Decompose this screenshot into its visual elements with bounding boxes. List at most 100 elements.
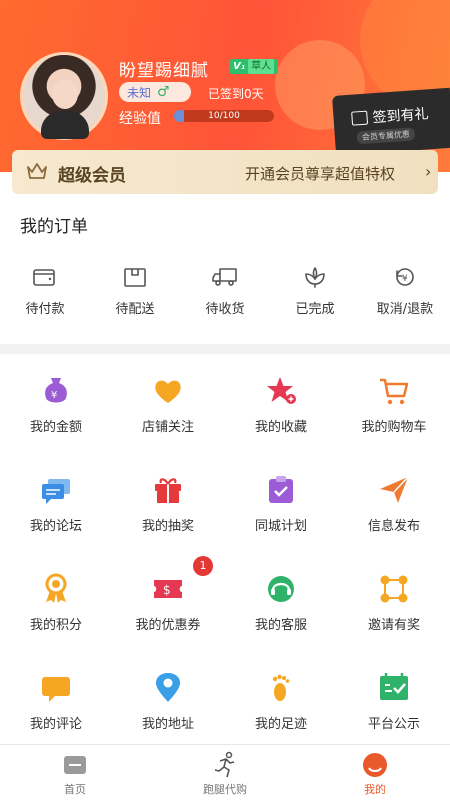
announce-icon bbox=[380, 673, 408, 700]
medal-icon bbox=[45, 573, 67, 603]
service-item-13[interactable]: 我的地址 bbox=[112, 671, 224, 732]
exp-progress-bar: 10/100 bbox=[174, 110, 274, 122]
profile-header: 盼望踢细腻 V₁ 草人 未知 ♂ 已签到0天 经验值 10/100 签到有礼 会… bbox=[0, 0, 450, 172]
comment-icon bbox=[42, 677, 70, 702]
order-item-label: 待收货 bbox=[205, 302, 245, 317]
username: 盼望踢细腻 bbox=[119, 61, 209, 81]
service-item-label: 我的地址 bbox=[141, 717, 194, 732]
coupon-icon: $ bbox=[154, 580, 182, 598]
service-item-label: 我的购物车 bbox=[361, 420, 427, 435]
avatar-face bbox=[52, 79, 78, 109]
service-item-7[interactable]: 信息发布 bbox=[338, 473, 450, 534]
service-item-label: 我的抽奖 bbox=[141, 519, 194, 534]
gift-icon bbox=[155, 478, 181, 503]
order-item-label: 取消/退款 bbox=[376, 302, 434, 317]
signin-button[interactable]: 签到有礼 会员专属优惠 bbox=[332, 87, 450, 156]
service-item-1[interactable]: 店铺关注 bbox=[112, 374, 224, 435]
home-icon bbox=[64, 756, 86, 774]
order-item-label: 待配送 bbox=[115, 302, 155, 317]
section-divider bbox=[0, 344, 450, 354]
service-item-0[interactable]: ¥ 我的金额 bbox=[0, 374, 112, 435]
service-item-10[interactable]: 我的客服 bbox=[225, 572, 337, 633]
wallet-icon bbox=[33, 269, 55, 286]
avatar[interactable] bbox=[20, 52, 108, 140]
vip-description: 开通会员尊享超值特权 bbox=[245, 165, 396, 183]
service-item-label: 同城计划 bbox=[254, 519, 307, 534]
order-item-1[interactable]: 待配送 bbox=[90, 266, 180, 317]
tab-1[interactable]: 跑腿代购 bbox=[165, 751, 285, 797]
tab-0[interactable]: 首页 bbox=[15, 751, 135, 797]
orders-section-title: 我的订单 bbox=[20, 217, 88, 237]
service-item-label: 我的金额 bbox=[29, 420, 82, 435]
star-icon bbox=[267, 377, 296, 404]
service-item-5[interactable]: 我的抽奖 bbox=[112, 473, 224, 534]
vip-title: 超级会员 bbox=[58, 166, 126, 186]
bottom-tab-bar: 首页 跑腿代购 我的 bbox=[0, 744, 450, 800]
service-item-label: 我的客服 bbox=[254, 618, 307, 633]
service-item-label: 我的评论 bbox=[29, 717, 82, 732]
avatar-body bbox=[41, 111, 89, 139]
svg-text:¥: ¥ bbox=[402, 274, 408, 284]
gift-icon bbox=[351, 110, 369, 126]
crown-icon bbox=[27, 163, 47, 179]
signin-days: 已签到0天 bbox=[208, 87, 264, 101]
chat-icon bbox=[42, 479, 70, 504]
service-item-label: 我的优惠券 bbox=[135, 618, 201, 633]
gender-text: 未知 bbox=[127, 85, 152, 100]
order-item-0[interactable]: 待付款 bbox=[0, 266, 90, 317]
service-item-label: 我的收藏 bbox=[254, 420, 307, 435]
heart-icon bbox=[155, 380, 181, 403]
service-item-8[interactable]: 我的积分 bbox=[0, 572, 112, 633]
tab-2[interactable]: 我的 bbox=[315, 751, 435, 797]
service-item-label: 店铺关注 bbox=[141, 420, 194, 435]
exp-label: 经验值 bbox=[119, 111, 161, 127]
svg-text:¥: ¥ bbox=[51, 390, 57, 401]
cart-icon bbox=[380, 378, 409, 405]
svg-text:$: $ bbox=[163, 583, 171, 597]
service-item-label: 邀请有奖 bbox=[367, 618, 420, 633]
service-item-3[interactable]: 我的购物车 bbox=[338, 374, 450, 435]
service-item-6[interactable]: 同城计划 bbox=[225, 473, 337, 534]
service-item-label: 我的足迹 bbox=[254, 717, 307, 732]
signin-sub: 会员专属优惠 bbox=[356, 127, 416, 145]
level-badge: V₁ 草人 bbox=[229, 59, 279, 74]
share-icon bbox=[380, 575, 408, 603]
service-item-label: 我的积分 bbox=[29, 618, 82, 633]
service-item-12[interactable]: 我的评论 bbox=[0, 671, 112, 732]
box-icon bbox=[124, 268, 146, 287]
service-item-label: 我的论坛 bbox=[29, 519, 82, 534]
headset-icon bbox=[268, 576, 294, 602]
male-icon: ♂ bbox=[157, 84, 170, 100]
order-item-label: 待付款 bbox=[25, 302, 65, 317]
service-item-9[interactable]: $ 我的优惠券 bbox=[112, 572, 224, 633]
chevron-right-icon: › bbox=[425, 162, 432, 181]
gender-tag: 未知 ♂ bbox=[119, 82, 191, 102]
tab-label: 跑腿代购 bbox=[203, 783, 247, 796]
order-item-4[interactable]: ¥ 取消/退款 bbox=[360, 266, 450, 317]
exp-value: 10/100 bbox=[208, 111, 240, 121]
coupon-count-badge: 1 bbox=[193, 556, 213, 576]
service-item-4[interactable]: 我的论坛 bbox=[0, 473, 112, 534]
footprint-icon bbox=[272, 674, 290, 701]
service-item-2[interactable]: 我的收藏 bbox=[225, 374, 337, 435]
service-item-15[interactable]: 平台公示 bbox=[338, 671, 450, 732]
order-item-3[interactable]: 已完成 bbox=[270, 266, 360, 317]
service-item-label: 平台公示 bbox=[367, 717, 420, 732]
service-item-label: 信息发布 bbox=[367, 519, 420, 534]
location-icon bbox=[156, 673, 180, 702]
service-item-14[interactable]: 我的足迹 bbox=[225, 671, 337, 732]
tab-label: 我的 bbox=[364, 783, 386, 796]
truck-icon bbox=[212, 268, 237, 286]
service-item-11[interactable]: 邀请有奖 bbox=[338, 572, 450, 633]
order-item-label: 已完成 bbox=[295, 302, 335, 317]
send-icon bbox=[380, 476, 409, 503]
vip-banner[interactable]: 超级会员 开通会员尊享超值特权 › bbox=[12, 150, 438, 194]
signin-label: 签到有礼 bbox=[372, 106, 430, 127]
runner-icon bbox=[214, 751, 235, 778]
order-item-2[interactable]: 待收货 bbox=[180, 266, 270, 317]
clipboard-icon bbox=[269, 476, 293, 503]
vip-level-tag: V₁ bbox=[233, 61, 246, 72]
level-name: 草人 bbox=[248, 59, 275, 74]
profile-icon bbox=[363, 753, 387, 777]
money-bag-icon: ¥ bbox=[45, 378, 67, 403]
